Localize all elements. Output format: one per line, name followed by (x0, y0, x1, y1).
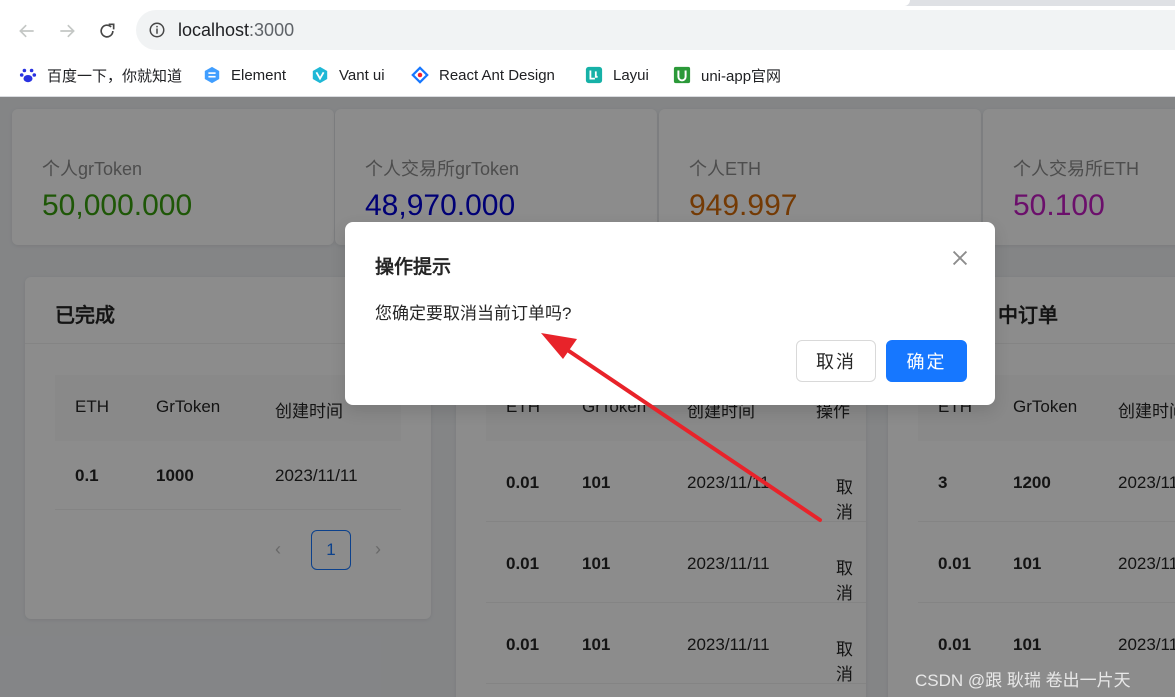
layui-logo-icon (585, 66, 603, 84)
uniapp-logo-icon (673, 66, 691, 84)
info-icon[interactable] (148, 21, 166, 39)
address-bar[interactable]: localhost:3000 (136, 10, 1175, 50)
bookmark-label: uni-app官网 (701, 67, 782, 85)
arrow-left-icon (19, 24, 34, 38)
bookmark-baidu[interactable]: 百度一下，你就知道 (19, 64, 182, 86)
bookmark-vant[interactable]: Vant ui (311, 64, 385, 86)
close-icon (952, 250, 968, 266)
reload-button[interactable] (92, 16, 122, 46)
bookmark-label: Layui (613, 66, 649, 84)
bookmark-element[interactable]: Element (203, 64, 286, 86)
browser-toolbar: localhost:3000 (0, 6, 1175, 56)
bookmark-layui[interactable]: Layui (585, 64, 649, 86)
url-text[interactable]: localhost:3000 (178, 20, 294, 41)
antd-logo-icon (411, 66, 429, 84)
dialog-title: 操作提示 (375, 257, 452, 278)
bookmark-uniapp[interactable]: uni-app官网 (673, 64, 781, 86)
confirm-dialog: 操作提示 您确定要取消当前订单吗? 取消 确定 (345, 222, 995, 405)
dialog-message: 您确定要取消当前订单吗? (375, 304, 572, 323)
confirm-button[interactable]: 确定 (886, 340, 967, 382)
vant-logo-icon (311, 66, 329, 84)
forward-button[interactable] (52, 16, 82, 46)
cancel-button[interactable]: 取消 (796, 340, 876, 382)
back-button[interactable] (12, 16, 42, 46)
bookmark-antd[interactable]: React Ant Design (411, 64, 555, 86)
bookmark-label: React Ant Design (439, 66, 555, 84)
url-port: :3000 (249, 20, 295, 40)
dialog-close-button[interactable] (948, 246, 972, 270)
bookmarks-bar: 百度一下，你就知道 Element Vant ui React Ant Desi… (0, 56, 1175, 97)
url-host: localhost (178, 20, 250, 40)
bookmark-label: Vant ui (339, 66, 385, 84)
bookmark-label: 百度一下，你就知道 (47, 67, 183, 85)
watermark-text: CSDN @跟 耿瑞 卷出一片天 (915, 671, 1131, 690)
element-logo-icon (203, 66, 221, 84)
bookmark-label: Element (231, 66, 287, 84)
arrow-right-icon (60, 24, 75, 38)
baidu-paw-icon (19, 66, 37, 84)
reload-icon (100, 23, 115, 38)
